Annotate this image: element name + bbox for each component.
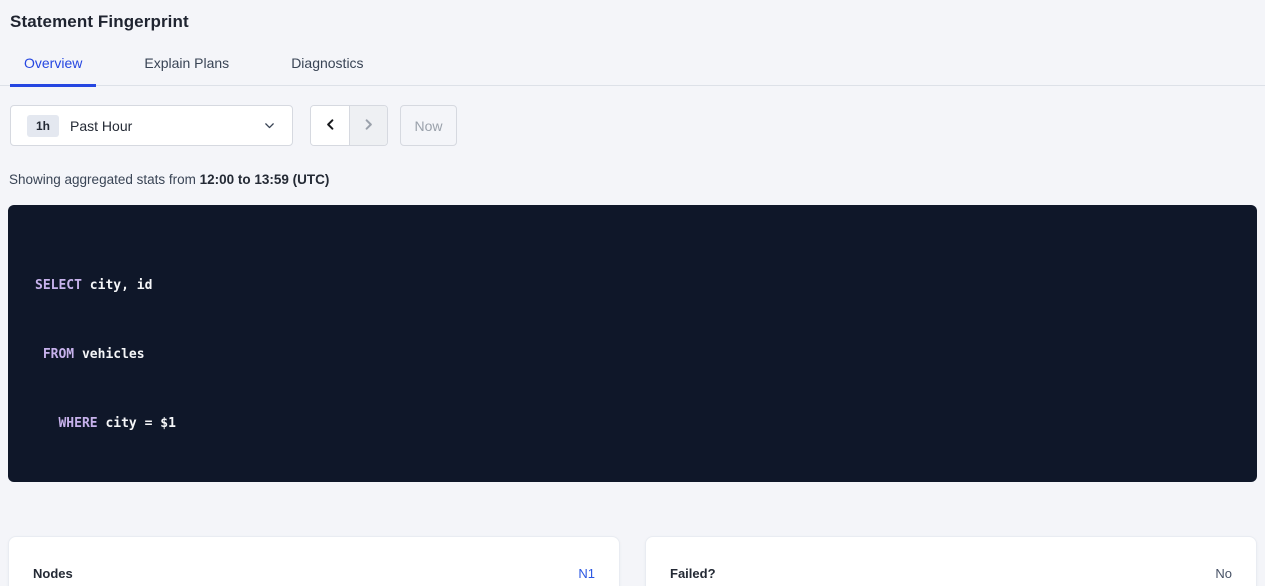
summary-cards: Nodes N1 Regions Database movr Applicati… [8,536,1257,586]
sql-text: city = $1 [98,416,176,431]
sql-keyword: SELECT [35,278,82,293]
time-controls: 1h Past Hour Now [10,105,1265,146]
row-value: No [1215,566,1232,581]
prev-time-button[interactable] [311,106,349,145]
chevron-right-icon [361,117,376,135]
tab-bar: Overview Explain Plans Diagnostics [0,55,1265,86]
row-label: Nodes [33,566,73,581]
caption-time-range: 12:00 to 13:59 (UTC) [200,172,330,187]
row-failed: Failed? No [670,556,1232,586]
sql-statement-box: SELECT city, id FROM vehicles WHERE city… [8,205,1257,482]
row-nodes: Nodes N1 [33,556,595,586]
time-range-dropdown[interactable]: 1h Past Hour [10,105,293,146]
sql-line: FROM vehicles [35,343,1237,366]
aggregated-stats-caption: Showing aggregated stats from 12:00 to 1… [9,172,1265,187]
execution-attributes-card: Failed? No Full scan? No Vectorized exec… [645,536,1257,586]
sql-line: SELECT city, id [35,274,1237,297]
sql-keyword: WHERE [58,416,97,431]
sql-text: city, id [82,278,152,293]
time-step-buttons [310,105,388,146]
caption-prefix: Showing aggregated stats from [9,172,200,187]
tab-diagnostics[interactable]: Diagnostics [277,55,377,87]
time-range-label: Past Hour [70,118,132,134]
sql-line: WHERE city = $1 [35,412,1237,435]
sql-text: vehicles [74,347,144,362]
sql-keyword: FROM [43,347,74,362]
time-range-badge: 1h [27,115,59,137]
next-time-button[interactable] [349,106,387,145]
chevron-left-icon [323,117,338,135]
now-button[interactable]: Now [400,105,457,146]
statement-details-card: Nodes N1 Regions Database movr Applicati… [8,536,620,586]
chevron-down-icon [263,119,276,132]
page-title: Statement Fingerprint [10,12,1265,32]
tab-explain-plans[interactable]: Explain Plans [130,55,243,87]
row-label: Failed? [670,566,716,581]
nodes-link[interactable]: N1 [578,566,595,581]
tab-overview[interactable]: Overview [10,55,96,87]
